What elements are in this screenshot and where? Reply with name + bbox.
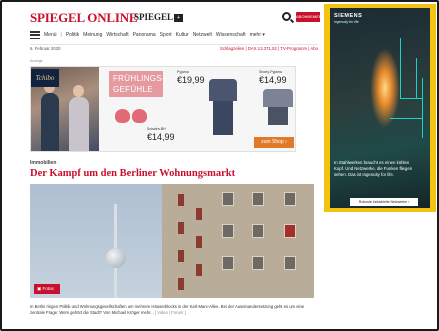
nav-separator: |	[60, 32, 62, 38]
spiegel-plus-text: SPIEGEL	[134, 12, 174, 22]
current-date: 6. Februar 2020	[30, 46, 61, 51]
fotos-label: Fotos	[42, 286, 54, 291]
siemens-ad-text: In Stahlwerken braucht es einen kühlen K…	[334, 160, 413, 177]
article-kicker: Immobilien	[30, 160, 57, 166]
product3-price: €14,99	[147, 132, 175, 142]
steel-spark-glow	[370, 48, 400, 128]
site-header: SPIEGEL ONLINE SPIEGEL+ ABONNEMENT	[30, 10, 320, 26]
shorty-pyjama-product-image	[263, 89, 293, 127]
product2-price: €14,99	[259, 75, 287, 85]
product1-label: Pyjama	[177, 70, 189, 74]
siemens-cta-button[interactable]: Robuste industrielle Netzwerke ›	[350, 198, 418, 206]
search-icon[interactable]	[282, 12, 291, 21]
siemens-logo: SIEMENS	[334, 13, 363, 19]
nav-item-menu[interactable]: Menü	[44, 32, 57, 38]
sky-background	[30, 184, 170, 298]
tchibo-logo: Tchibo	[31, 69, 59, 87]
ad-headline-line1: FRÜHLINGS-	[113, 74, 165, 83]
nav-item-kultur[interactable]: Kultur	[176, 32, 189, 38]
plus-badge: +	[174, 14, 184, 22]
article-hero-image[interactable]: ▣ Fotos	[30, 184, 314, 298]
tchibo-ad-banner[interactable]: Tchibo FRÜHLINGS- GEFÜHLE Schalen-BH €14…	[30, 66, 296, 152]
hamburger-menu-icon[interactable]	[30, 31, 40, 40]
spiegel-page: SPIEGEL ONLINE SPIEGEL+ ABONNEMENT Menü …	[26, 4, 320, 324]
teaser-more-links[interactable]: [ Video | Forum ]	[155, 310, 186, 315]
spiegel-online-logo[interactable]: SPIEGEL ONLINE	[30, 10, 138, 26]
ad-label: Anzeige	[30, 59, 43, 63]
tv-tower-sphere	[106, 248, 126, 268]
nav-items: Menü | Politik Meinung Wirtschaft Panora…	[44, 32, 269, 38]
bra-product-image	[115, 109, 149, 131]
main-nav: Menü | Politik Meinung Wirtschaft Panora…	[30, 30, 318, 40]
date-bar: 6. Februar 2020 Schlagzeilen | DAX 13.37…	[30, 44, 318, 52]
nav-item-wirtschaft[interactable]: Wirtschaft	[106, 32, 128, 38]
product2-label: Shorty-Pyjama	[259, 70, 282, 74]
abo-button[interactable]: ABONNEMENT	[296, 12, 320, 22]
siemens-side-ad[interactable]: SIEMENS Ingenuity for life In Stahlwerke…	[324, 4, 436, 212]
pyjama-product-image	[209, 79, 237, 135]
article-headline[interactable]: Der Kampf um den Berliner Wohnungsmarkt	[30, 168, 235, 179]
product3-label: Schalen-BH	[147, 127, 166, 131]
nav-item-mehr[interactable]: mehr ▾	[250, 32, 265, 38]
ad-headline-box: FRÜHLINGS- GEFÜHLE	[109, 71, 165, 97]
nav-item-sport[interactable]: Sport	[160, 32, 172, 38]
quick-links[interactable]: Schlagzeilen | DAX 13.371,52 | TV-Progra…	[220, 46, 318, 51]
nav-item-wissenschaft[interactable]: Wissenschaft	[216, 32, 246, 38]
ad-model-woman	[69, 85, 89, 151]
nav-item-netzwelt[interactable]: Netzwelt	[193, 32, 212, 38]
apartment-building	[162, 184, 314, 298]
nav-item-panorama[interactable]: Panorama	[133, 32, 156, 38]
article-teaser: In Berlin ringen Politik und Wohnungsges…	[30, 304, 314, 316]
ad-photo-couple: Tchibo	[31, 67, 99, 151]
siemens-ad-image: SIEMENS Ingenuity for life In Stahlwerke…	[330, 8, 430, 208]
product1-price: €19,99	[177, 75, 205, 85]
ad-headline-line2: GEFÜHLE	[113, 85, 153, 94]
shop-button[interactable]: zum Shop ›	[254, 137, 294, 148]
nav-item-meinung[interactable]: Meinung	[83, 32, 102, 38]
fotos-button[interactable]: ▣ Fotos	[34, 284, 60, 294]
nav-item-politik[interactable]: Politik	[66, 32, 79, 38]
spiegel-plus-logo[interactable]: SPIEGEL +	[134, 12, 184, 22]
siemens-tagline: Ingenuity for life	[334, 20, 359, 24]
ad-model-man	[41, 81, 59, 151]
